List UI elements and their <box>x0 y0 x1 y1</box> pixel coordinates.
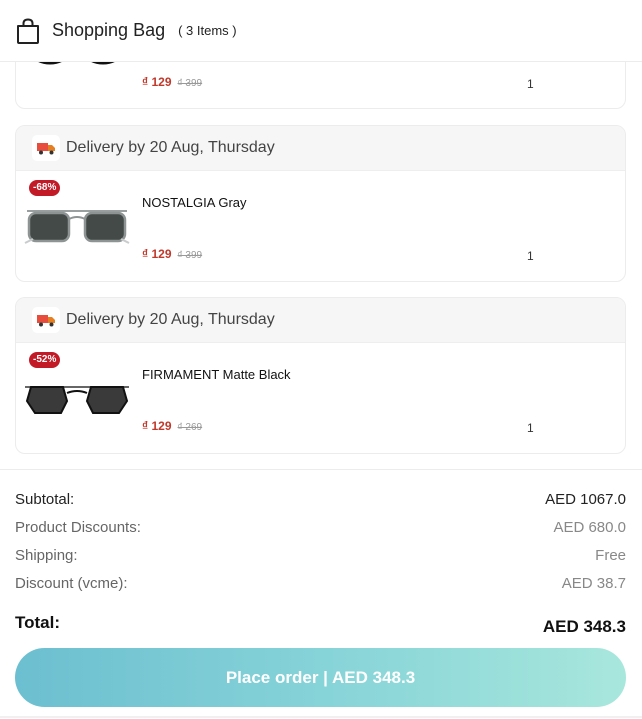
quantity[interactable]: 1 <box>527 249 534 263</box>
cart-item[interactable]: -68% NOSTALGIA Gray ₫ 129 ₫ 399 1 <box>16 171 625 281</box>
total-row: Total: AED 348.3 <box>15 613 626 637</box>
coupon-discount-row: Discount (vcme): AED 38.7 <box>15 575 626 592</box>
price-current: ₫ 129 <box>142 419 172 433</box>
cart-item-card: Delivery by 20 Aug, Thursday -68% NOSTAL… <box>15 125 626 282</box>
product-discounts-value: AED 680.0 <box>553 519 626 536</box>
shipping-value: Free <box>595 547 626 564</box>
sunglasses-thumbnail[interactable] <box>23 201 131 249</box>
price-original: ₫ 399 <box>177 250 203 261</box>
header: Shopping Bag ( 3 Items ) <box>0 0 642 62</box>
cart-item-card: ₫ 129 ₫ 399 1 <box>15 62 626 109</box>
delivery-header: Delivery by 20 Aug, Thursday <box>16 298 625 343</box>
shopping-bag-icon <box>17 17 39 44</box>
price-current: ₫ 129 <box>142 247 172 261</box>
product-name[interactable]: FIRMAMENT Matte Black <box>142 367 291 382</box>
delivery-truck-icon <box>32 307 60 333</box>
cart-item-card: Delivery by 20 Aug, Thursday -52% FIRMAM… <box>15 297 626 454</box>
coupon-discount-label: Discount (vcme): <box>15 575 128 592</box>
coupon-discount-value: AED 38.7 <box>561 575 626 592</box>
discount-badge: -68% <box>29 180 61 196</box>
delivery-date: Delivery by 20 Aug, Thursday <box>66 139 275 156</box>
price-original: ₫ 269 <box>177 422 203 433</box>
subtotal-value: AED 1067.0 <box>545 491 626 508</box>
total-value: AED 348.3 <box>542 617 626 636</box>
price-original: ₫ 399 <box>177 78 203 89</box>
shipping-row: Shipping: Free <box>15 547 626 564</box>
cart-item[interactable]: ₫ 129 ₫ 399 1 <box>16 62 625 108</box>
cart-item[interactable]: -52% FIRMAMENT Matte Black ₫ 129 ₫ 269 1 <box>16 343 625 453</box>
page-title: Shopping Bag <box>52 20 166 40</box>
item-count: ( 3 Items ) <box>178 23 237 38</box>
delivery-header: Delivery by 20 Aug, Thursday <box>16 126 625 171</box>
place-order-button[interactable]: Place order | AED 348.3 <box>15 648 626 707</box>
product-discounts-row: Product Discounts: AED 680.0 <box>15 519 626 536</box>
subtotal-label: Subtotal: <box>15 491 75 508</box>
cart-list[interactable]: ₫ 129 ₫ 399 1 Delivery by 20 Aug, Thursd… <box>0 62 642 468</box>
delivery-truck-icon <box>32 135 60 161</box>
quantity[interactable]: 1 <box>527 421 534 435</box>
total-label: Total: <box>15 613 61 632</box>
product-discounts-label: Product Discounts: <box>15 519 141 536</box>
delivery-date: Delivery by 20 Aug, Thursday <box>66 311 275 328</box>
subtotal-row: Subtotal: AED 1067.0 <box>15 491 626 508</box>
sunglasses-thumbnail[interactable] <box>23 373 131 421</box>
checkout-page: Shopping Bag ( 3 Items ) ₫ 129 ₫ 399 1 D… <box>0 0 642 719</box>
order-summary: Subtotal: AED 1067.0 Product Discounts: … <box>0 469 642 719</box>
price-current: ₫ 129 <box>142 75 172 89</box>
shipping-label: Shipping: <box>15 547 78 564</box>
discount-badge: -52% <box>29 352 61 368</box>
bottom-divider <box>0 716 642 718</box>
sunglasses-thumbnail[interactable] <box>23 62 131 69</box>
product-name[interactable]: NOSTALGIA Gray <box>142 195 247 210</box>
quantity[interactable]: 1 <box>527 77 534 91</box>
